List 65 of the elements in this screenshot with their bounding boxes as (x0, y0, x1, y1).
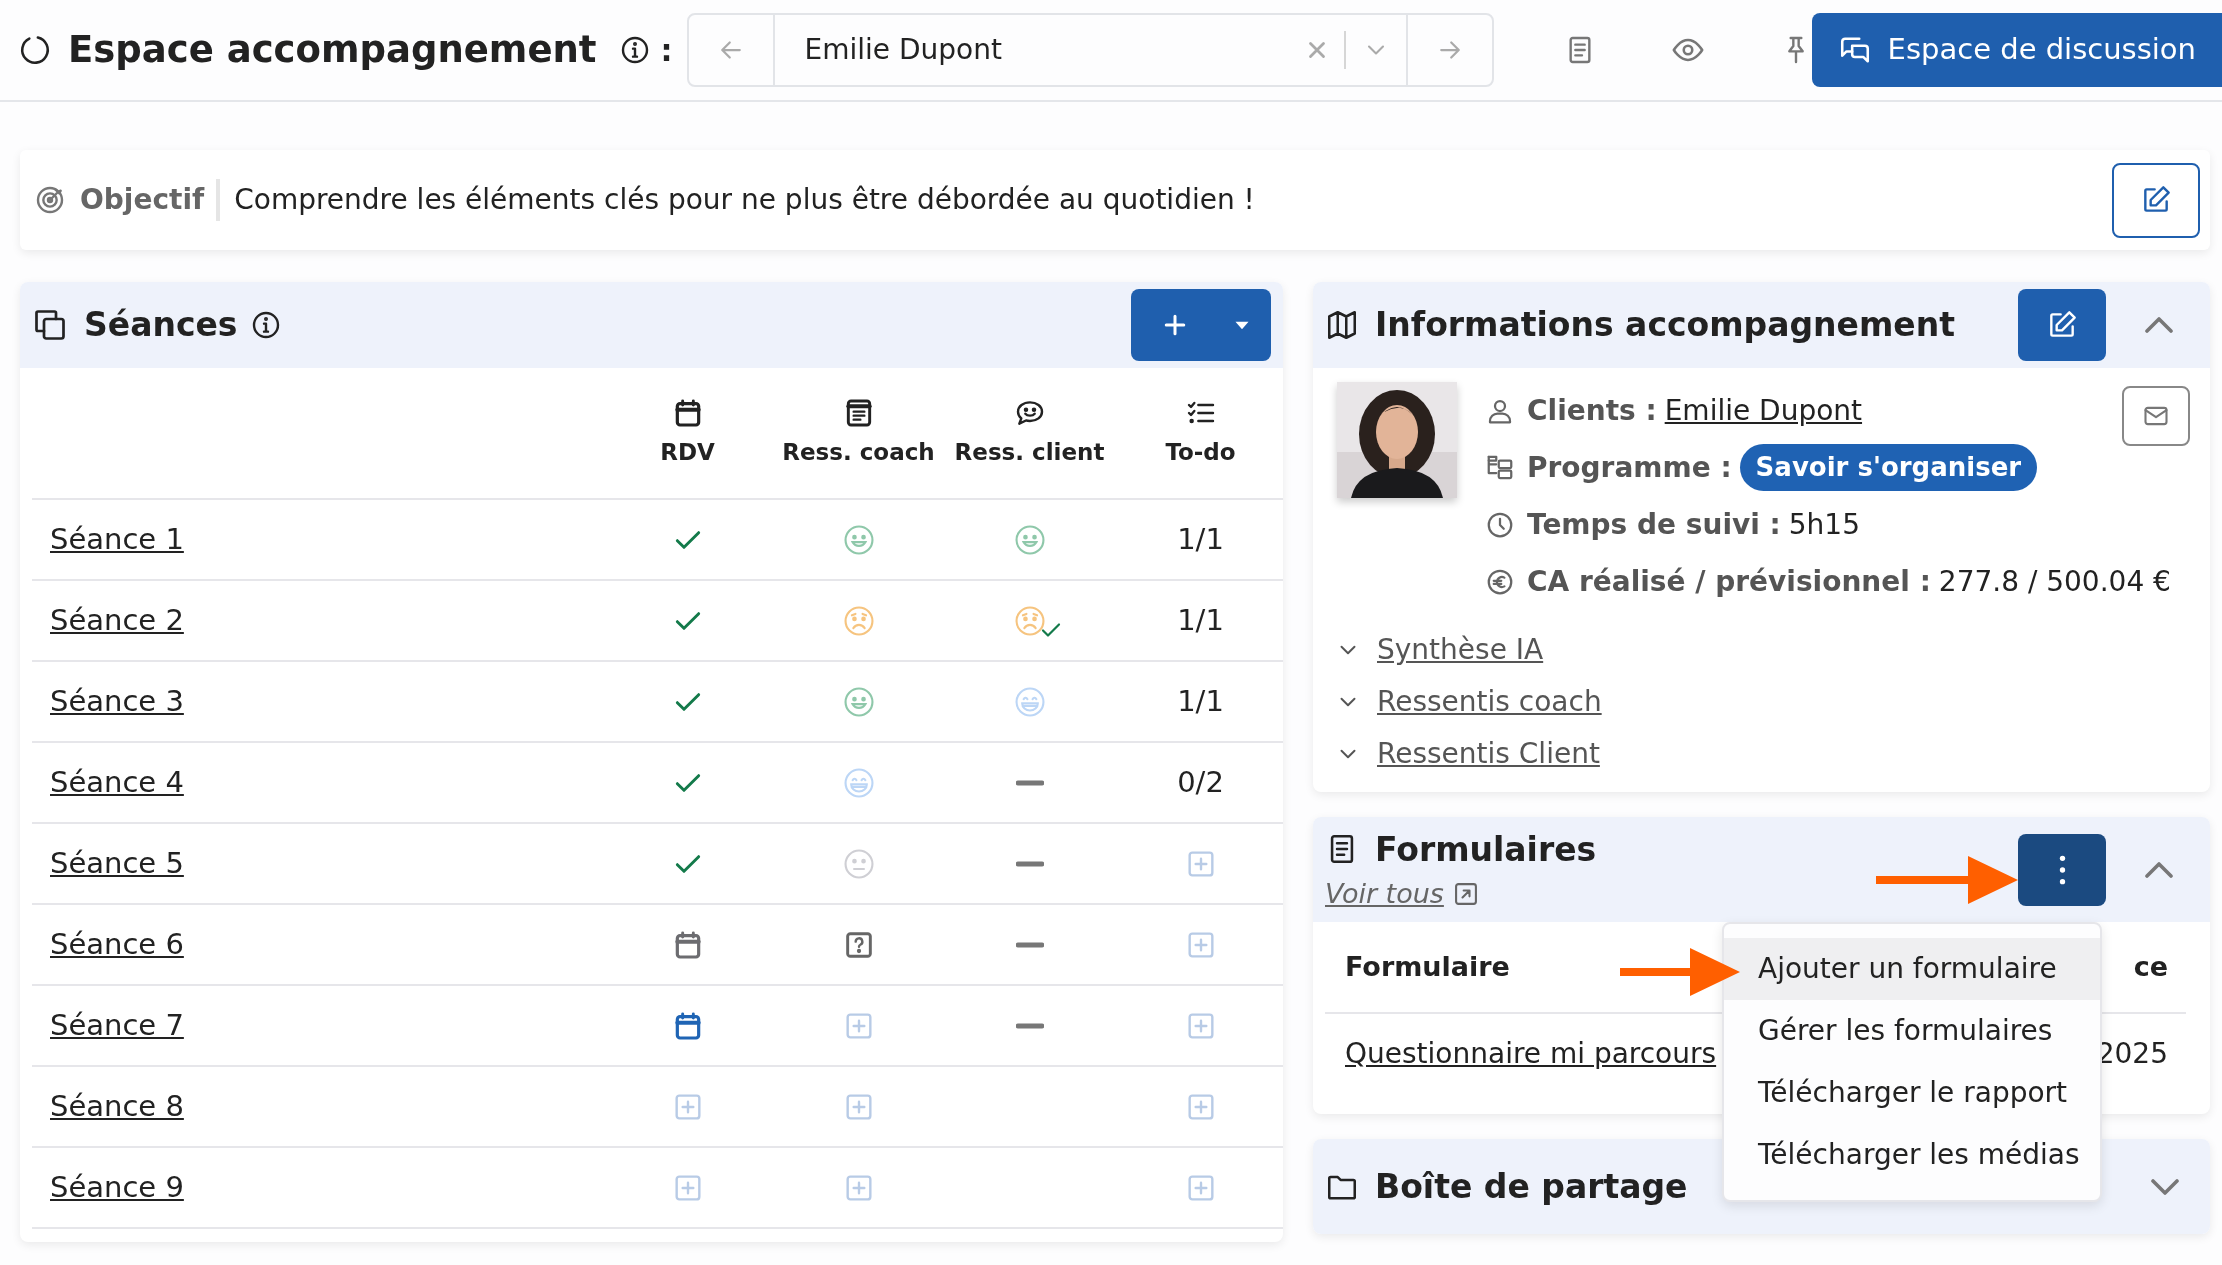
field-value: 5h15 (1788, 506, 1860, 543)
session-link[interactable]: Séance 5 (50, 841, 184, 886)
collapse-button[interactable] (2150, 1176, 2180, 1197)
separator: : (660, 31, 673, 70)
discussion-button[interactable]: Espace de discussion (1811, 13, 2222, 87)
todo-count: 1/1 (1177, 520, 1224, 558)
add-button[interactable] (1131, 289, 1219, 361)
section-link[interactable]: Ressentis Client (1377, 733, 1600, 775)
section-link[interactable]: Synthèse IA (1377, 629, 1544, 671)
session-link[interactable]: Séance 7 (50, 1003, 184, 1048)
objective-text: Comprendre les éléments clés pour ne plus être débordée au quotidien ! (234, 182, 1256, 218)
target-icon (34, 184, 66, 216)
column-header: Ress. client (954, 437, 1105, 467)
copy-icon (32, 307, 68, 343)
program-badge: Savoir s'organiser (1739, 444, 2038, 491)
chevron-icon (2145, 316, 2173, 334)
session-link[interactable]: Séance 8 (50, 1084, 184, 1129)
session-link[interactable]: Séance 6 (50, 922, 184, 967)
session-link[interactable]: Séance 3 (50, 679, 184, 724)
column-header: Ress. coach (782, 437, 935, 467)
session-link[interactable]: Séance 1 (50, 517, 184, 562)
view-all-link[interactable]: Voir tous (1325, 874, 1444, 915)
field-label: Programme : (1527, 449, 1732, 486)
panel-title: Informations accompagnement (1375, 304, 1955, 347)
edit-button[interactable] (2018, 289, 2106, 361)
session-link[interactable]: Séance 2 (50, 598, 184, 643)
client-select[interactable]: Emilie Dupont (686, 13, 1494, 87)
column-header: RDV (660, 437, 715, 467)
chevron-icon (2151, 1177, 2179, 1196)
more-icon (2058, 854, 2066, 885)
edit-button[interactable] (2112, 162, 2200, 238)
column-header: Formulaire (1345, 949, 1510, 984)
objective-label: Objectif (80, 179, 221, 221)
panel-title: Formulaires (1375, 828, 1597, 871)
field-label: Temps de suivi : (1527, 506, 1781, 543)
mail-button[interactable] (2122, 385, 2190, 446)
field-label: CA réalisé / prévisionnel : (1527, 563, 1931, 600)
field-value: 277.8 / 500.04 € (1938, 563, 2171, 600)
panel-title: Séances (84, 304, 238, 347)
form-link[interactable]: Questionnaire mi parcours (1345, 1033, 1717, 1075)
loading-icon (18, 33, 52, 67)
client-link[interactable]: Emilie Dupont (1664, 389, 1863, 432)
todo-count: 0/2 (1177, 763, 1224, 801)
column-header: To-do (1165, 437, 1236, 467)
panel-title: Boîte de partage (1375, 1165, 1688, 1208)
session-link[interactable]: Séance 9 (50, 1165, 184, 1210)
collapse-button[interactable] (2144, 859, 2174, 880)
map-icon (1325, 308, 1359, 342)
field-label: Clients : (1527, 392, 1657, 429)
session-link[interactable]: Séance 4 (50, 760, 184, 805)
column-header: ce (2133, 949, 2168, 984)
dash-icon (1015, 779, 1044, 786)
collapse-button[interactable] (2144, 315, 2174, 335)
menu-item[interactable]: Télécharger les médias (1724, 1124, 2100, 1186)
page-title: Espace accompagnement (68, 27, 597, 74)
todo-count: 1/1 (1177, 601, 1224, 639)
more-button[interactable] (2018, 833, 2106, 906)
section-link[interactable]: Ressentis coach (1377, 681, 1602, 723)
todo-count: 1/1 (1177, 682, 1224, 720)
menu-item[interactable]: Ajouter un formulaire (1724, 938, 2100, 1000)
chevron-icon (2145, 860, 2173, 879)
dash-icon (1015, 941, 1044, 948)
dash-icon (1015, 1022, 1044, 1029)
dropdown-toggle[interactable] (1219, 289, 1271, 361)
dash-icon (1015, 860, 1044, 867)
